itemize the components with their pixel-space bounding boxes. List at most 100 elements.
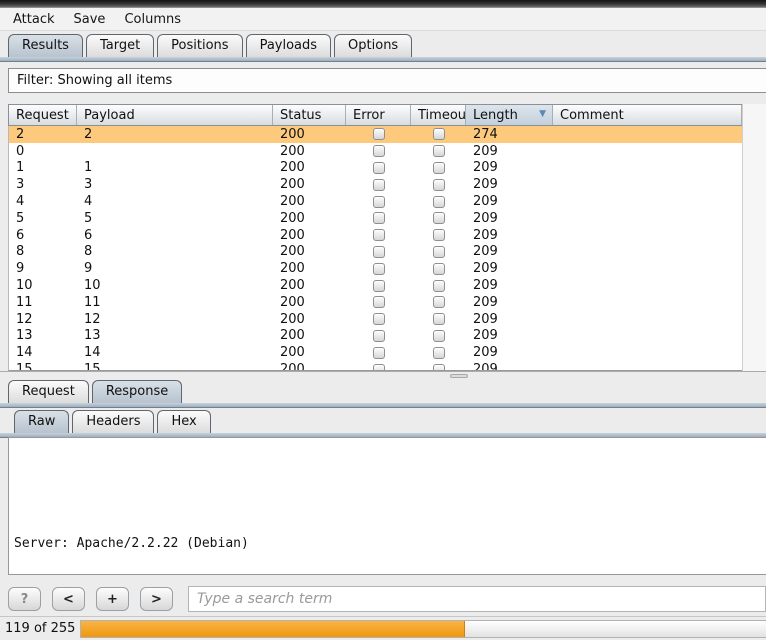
tab-target[interactable]: Target [86,34,154,57]
table-row[interactable]: 14 14 200 209 [9,344,742,361]
search-help-button[interactable]: ? [8,587,41,611]
search-add-button[interactable]: + [96,587,129,611]
message-tab-bar: Request Response [0,379,766,403]
cell-comment [553,328,742,345]
cell-timeout [411,294,466,311]
tab-payloads[interactable]: Payloads [246,34,331,57]
cell-comment [553,143,742,160]
table-row[interactable]: 8 8 200 209 [9,244,742,261]
menu-item-columns[interactable]: Columns [121,10,184,29]
tab-headers[interactable]: Headers [72,410,154,433]
cell-timeout [411,176,466,193]
column-label: Payload [84,108,135,123]
column-header-payload[interactable]: Payload [77,105,273,125]
search-next-button[interactable]: > [140,587,173,611]
tab-results[interactable]: Results [8,34,83,57]
cell-timeout [411,160,466,177]
cell-error [346,193,411,210]
table-row[interactable]: 13 13 200 209 [9,328,742,345]
sort-descending-icon: ▼ [539,109,546,119]
cell-error [346,176,411,193]
table-row[interactable]: 0 200 209 [9,143,742,160]
cell-request: 1 [9,160,77,177]
table-row[interactable]: 9 9 200 209 [9,260,742,277]
column-header-error[interactable]: Error [346,105,411,125]
tab-request[interactable]: Request [8,380,89,403]
message-tab-band [0,403,766,408]
cell-timeout [411,193,466,210]
burp-intruder-window: Attack Save Columns Results Target Posit… [0,0,766,640]
timeout-checkbox [433,196,445,208]
menu-item-save[interactable]: Save [71,10,109,29]
splitter-handle[interactable] [450,374,468,378]
cell-status: 200 [273,260,346,277]
column-header-status[interactable]: Status [273,105,346,125]
cell-length: 274 [466,126,553,143]
cell-error [346,244,411,261]
timeout-checkbox [433,280,445,292]
cell-length: 209 [466,176,553,193]
search-input[interactable] [188,586,766,612]
column-header-request[interactable]: Request [9,105,77,125]
cell-status: 200 [273,126,346,143]
cell-payload: 1 [77,160,273,177]
error-checkbox [373,296,385,308]
attack-progress-bar [80,620,766,638]
column-header-length[interactable]: Length ▼ [466,105,553,125]
table-row[interactable]: 11 11 200 209 [9,294,742,311]
column-header-timeout[interactable]: Timeout [411,105,466,125]
search-previous-button[interactable]: < [52,587,85,611]
error-checkbox [373,179,385,191]
table-row[interactable]: 1 1 200 209 [9,160,742,177]
cell-request: 12 [9,311,77,328]
cell-status: 200 [273,344,346,361]
menu-item-attack[interactable]: Attack [10,10,58,29]
tab-raw[interactable]: Raw [14,410,69,433]
timeout-checkbox [433,128,445,140]
table-vertical-scrollbar[interactable] [742,104,766,371]
tab-bar-band [0,57,766,62]
tab-positions[interactable]: Positions [157,34,242,57]
cell-request: 15 [9,361,77,371]
tab-response[interactable]: Response [92,380,182,403]
tab-options[interactable]: Options [334,34,412,57]
timeout-checkbox [433,229,445,241]
tab-hex[interactable]: Hex [157,410,210,433]
cell-error [346,210,411,227]
table-row[interactable]: 4 4 200 209 [9,193,742,210]
table-row[interactable]: 15 15 200 209 [9,361,742,371]
view-tab-bar: Raw Headers Hex [0,409,766,433]
cell-error [346,260,411,277]
error-checkbox [373,162,385,174]
cell-timeout [411,277,466,294]
table-row[interactable]: 12 12 200 209 [9,311,742,328]
cell-status: 200 [273,176,346,193]
cell-length: 209 [466,260,553,277]
cell-length: 209 [466,193,553,210]
cell-payload [77,143,273,160]
search-bar: ? < + > [8,586,766,612]
timeout-checkbox [433,212,445,224]
timeout-checkbox [433,296,445,308]
table-row[interactable]: 6 6 200 209 [9,227,742,244]
cell-status: 200 [273,244,346,261]
cell-timeout [411,143,466,160]
progress-fill [81,621,465,637]
table-row[interactable]: 2 2 200 274 [9,126,742,143]
cell-request: 4 [9,193,77,210]
column-header-comment[interactable]: Comment [553,105,742,125]
cell-request: 9 [9,260,77,277]
table-row[interactable]: 3 3 200 209 [9,176,742,193]
filter-bar[interactable]: Filter: Showing all items [8,68,766,93]
cell-status: 200 [273,210,346,227]
cell-error [346,143,411,160]
table-row[interactable]: 5 5 200 209 [9,210,742,227]
cell-payload: 3 [77,176,273,193]
table-row[interactable]: 10 10 200 209 [9,277,742,294]
cell-payload: 14 [77,344,273,361]
cell-timeout [411,227,466,244]
error-checkbox [373,229,385,241]
pane-splitter[interactable] [0,371,766,379]
cell-status: 200 [273,277,346,294]
cell-payload: 10 [77,277,273,294]
